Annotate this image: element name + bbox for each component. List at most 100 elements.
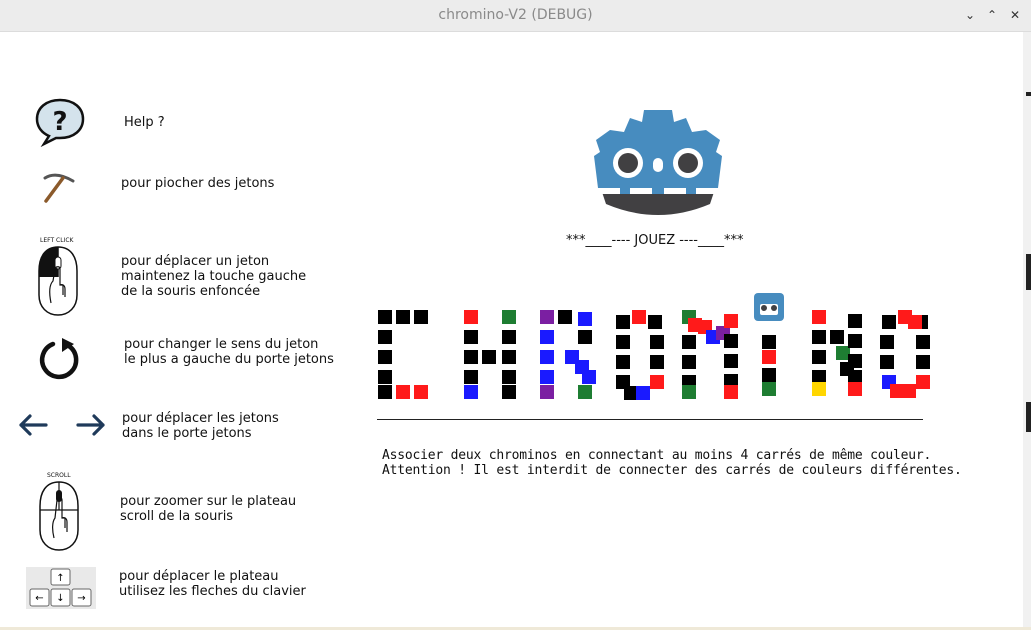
title-pixel [502, 385, 516, 399]
scroll-label: SCROLL [47, 472, 71, 479]
title-pixel [502, 330, 516, 344]
title-pixel [916, 355, 930, 369]
title-pixel [762, 382, 776, 396]
title-pixel [836, 346, 850, 360]
tagline: ***____---- JOUEZ ----____*** [566, 233, 744, 248]
svg-text:?: ? [52, 107, 67, 137]
title-pixel [616, 335, 630, 349]
title-pixel [378, 350, 392, 364]
title-pixel [540, 350, 554, 364]
title-pixel [464, 310, 478, 324]
title-pixel [578, 385, 592, 399]
title-pixel [848, 334, 862, 348]
title-pixel [880, 335, 894, 349]
title-pixel [724, 314, 738, 328]
chromino-title [378, 293, 930, 400]
title-pixel [632, 310, 646, 324]
title-pixel [848, 382, 862, 396]
title-pixel [902, 384, 916, 398]
title-pixel [414, 385, 428, 399]
title-pixel [502, 310, 516, 324]
title-pixel [540, 310, 554, 324]
help-text-left-click: pour déplacer un jeton maintenez la touc… [121, 254, 307, 299]
title-pixel [578, 312, 592, 326]
title-pixel [890, 384, 904, 398]
left-click-label: LEFT CLICK [40, 237, 74, 244]
title-pixel [378, 385, 392, 399]
rules-line-2: Attention ! Il est interdit de connecter… [382, 463, 962, 478]
divider [377, 419, 923, 420]
window-title: chromino-V2 (DEBUG) [438, 7, 593, 23]
title-pixel [724, 334, 738, 348]
title-pixel [882, 315, 896, 329]
title-pixel [916, 375, 930, 389]
title-pixel [378, 370, 392, 384]
svg-text:→: → [77, 593, 85, 604]
title-pixel [624, 386, 638, 400]
title-pixel [682, 335, 696, 349]
app-window: chromino-V2 (DEBUG) ⌄ ⌃ ✕ ? Help ? pour … [0, 0, 1031, 630]
title-pixel [378, 330, 392, 344]
arrow-left-icon[interactable] [18, 413, 48, 437]
title-pixel [540, 370, 554, 384]
title-pixel [396, 385, 410, 399]
title-pixel [682, 385, 696, 399]
title-pixel [650, 355, 664, 369]
title-pixel [464, 370, 478, 384]
title-pixel [762, 335, 776, 349]
title-pixel [636, 386, 650, 400]
title-pixel [464, 350, 478, 364]
title-pixel [812, 330, 826, 344]
godot-small-icon [754, 293, 784, 321]
title-pixel [848, 314, 862, 328]
help-text-scroll: pour zoomer sur le plateau scroll de la … [120, 494, 297, 524]
title-pixel [648, 315, 662, 329]
title-pixel [682, 355, 696, 369]
godot-logo-icon [590, 108, 726, 220]
svg-text:↑: ↑ [56, 573, 64, 584]
title-pixel [724, 385, 738, 399]
title-bar: chromino-V2 (DEBUG) ⌄ ⌃ ✕ [0, 0, 1031, 32]
minimize-button[interactable]: ⌄ [961, 6, 979, 24]
pickaxe-icon[interactable] [42, 172, 76, 204]
title-pixel [724, 354, 738, 368]
title-pixel [848, 354, 862, 368]
title-pixel [578, 330, 592, 344]
title-pixel [540, 330, 554, 344]
title-pixel [762, 368, 776, 382]
title-pixel [916, 335, 930, 349]
title-pixel [880, 355, 894, 369]
title-pixel [558, 310, 572, 324]
title-pixel [830, 330, 844, 344]
title-pixel [848, 370, 862, 384]
help-text-help: Help ? [124, 115, 165, 130]
close-button[interactable]: ✕ [1006, 6, 1024, 24]
arrow-keys-icon: ↑ ← ↓ → [26, 567, 96, 609]
title-pixel [540, 385, 554, 399]
title-pixel [812, 310, 826, 324]
maximize-button[interactable]: ⌃ [983, 6, 1001, 24]
arrow-right-icon[interactable] [76, 413, 106, 437]
rotate-icon[interactable] [36, 336, 82, 382]
title-pixel [616, 315, 630, 329]
svg-text:↓: ↓ [56, 593, 64, 604]
title-pixel [396, 310, 410, 324]
mouse-left-click-icon [37, 245, 79, 317]
help-bubble-icon[interactable]: ? [34, 97, 86, 148]
title-pixel [464, 330, 478, 344]
title-pixel [650, 375, 664, 389]
title-pixel [582, 370, 596, 384]
title-pixel [762, 350, 776, 364]
title-pixel [812, 370, 826, 384]
title-pixel [378, 310, 392, 324]
title-pixel [464, 385, 478, 399]
help-text-pickaxe: pour piocher des jetons [121, 176, 275, 191]
rules-line-1: Associer deux chrominos en connectant au… [382, 448, 932, 463]
title-pixel [502, 350, 516, 364]
title-pixel [502, 370, 516, 384]
title-pixel [482, 350, 496, 364]
title-pixel [650, 335, 664, 349]
background-window-edge [1023, 32, 1031, 630]
title-pixel [812, 350, 826, 364]
help-text-rotate: pour changer le sens du jeton le plus a … [124, 337, 334, 367]
